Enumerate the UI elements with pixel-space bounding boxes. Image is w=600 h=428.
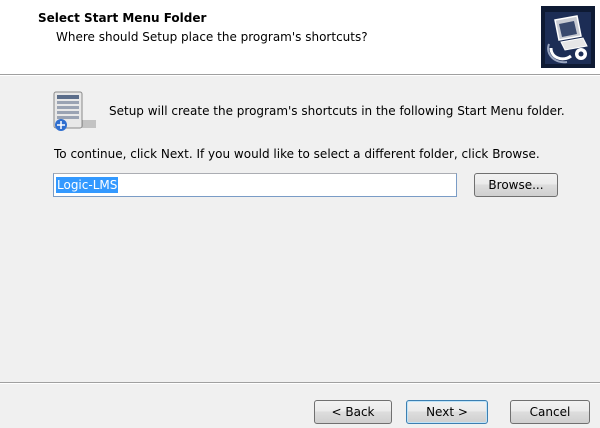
footer-divider <box>0 382 600 384</box>
browse-button[interactable]: Browse... <box>474 173 558 197</box>
cancel-button[interactable]: Cancel <box>510 400 590 424</box>
page-title: Select Start Menu Folder <box>38 11 207 25</box>
installer-computer-icon <box>541 6 595 68</box>
back-button[interactable]: < Back <box>314 400 392 424</box>
start-menu-folder-value: Logic-LMS <box>56 177 119 193</box>
wizard-header: Select Start Menu Folder Where should Se… <box>0 0 600 74</box>
start-menu-folder-icon <box>53 91 96 131</box>
continue-instructions: To continue, click Next. If you would li… <box>54 147 540 161</box>
setup-description: Setup will create the program's shortcut… <box>109 104 565 118</box>
header-divider <box>0 74 600 76</box>
next-button[interactable]: Next > <box>406 400 488 424</box>
page-subtitle: Where should Setup place the program's s… <box>56 30 368 44</box>
